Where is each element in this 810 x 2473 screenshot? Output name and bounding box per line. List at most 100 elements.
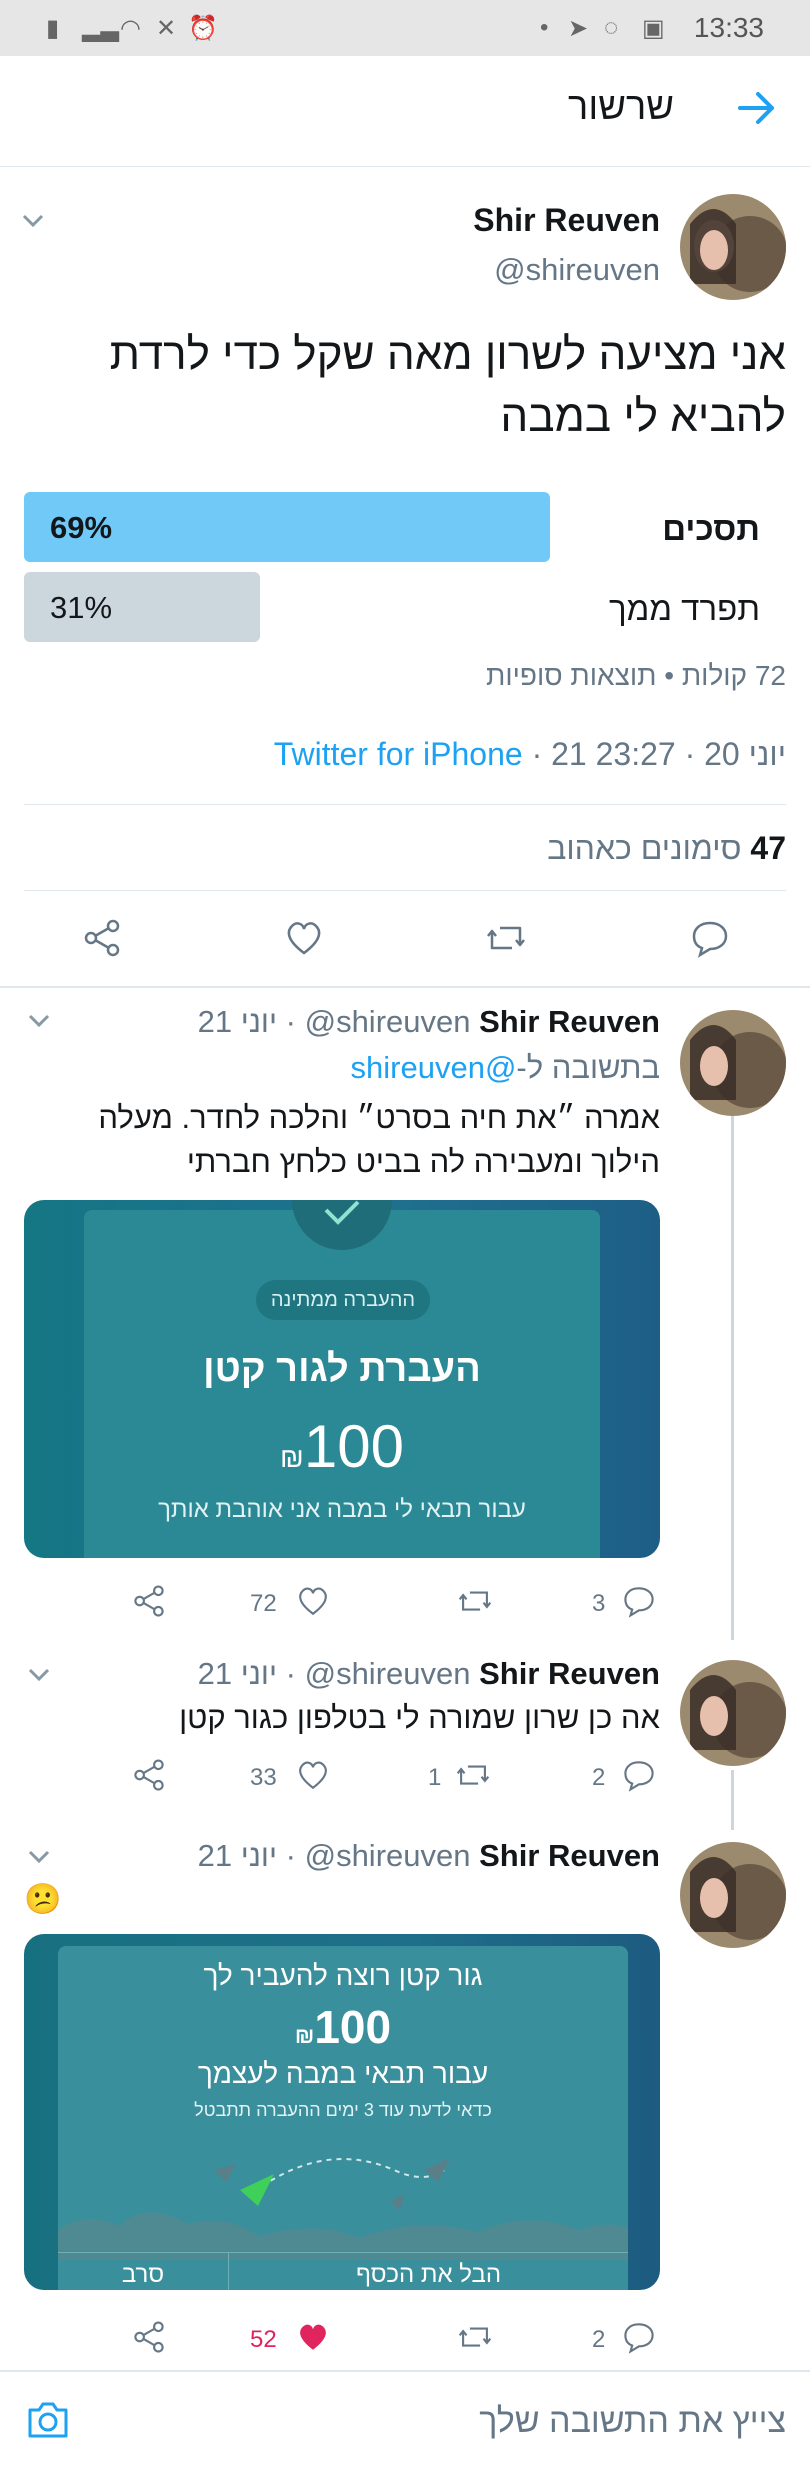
pending-badge: ההעברה ממתינה: [256, 1280, 430, 1320]
reply-handle[interactable]: @shireuven: [305, 1838, 471, 1873]
decline-button[interactable]: סרב: [58, 2253, 229, 2290]
reply-to-line: בתשובה ל-@shireuven: [351, 1050, 660, 1086]
comment-icon[interactable]: [690, 918, 730, 958]
like-count: 72: [250, 1590, 277, 1617]
chevron-down-icon[interactable]: [28, 1014, 50, 1028]
reply-image[interactable]: ההעברה ממתינה העברת לגור קטן ₪100 עבור ת…: [24, 1200, 660, 1558]
retweet-icon[interactable]: [458, 2320, 492, 2354]
dot-icon: •: [540, 14, 549, 41]
heart-filled-icon[interactable]: [296, 2320, 330, 2354]
section-divider: [0, 986, 810, 988]
poll-option-label: תפרד ממך: [609, 590, 760, 627]
heart-icon[interactable]: [296, 1758, 330, 1792]
telegram-icon: ➤: [568, 15, 589, 42]
signal-icon: ▂▃: [82, 15, 119, 42]
card-amount: 100: [314, 2001, 392, 2053]
author-handle[interactable]: @shireuven: [494, 252, 660, 288]
reply-composer: צייץ את התשובה שלך: [0, 2370, 810, 2473]
avatar[interactable]: [680, 1010, 786, 1116]
reply-handle[interactable]: @shireuven: [305, 1656, 471, 1691]
reply-tweet: 21 יוני · @shireuven Shir Reuven אה כן ש…: [0, 1644, 810, 1824]
divider: [24, 890, 786, 891]
heart-icon[interactable]: [284, 918, 324, 958]
tweet-text-line: אני מציעה לשרון מאה שקל כדי לרדת: [109, 330, 786, 379]
reply-to-prefix: בתשובה ל-: [516, 1050, 660, 1085]
status-time: 13:33: [693, 12, 764, 43]
reply-input[interactable]: צייץ את התשובה שלך: [479, 2402, 786, 2441]
comment-icon[interactable]: [622, 2320, 656, 2354]
reply-text: אה כן שרון שמורה לי בטלפון כגור קטן: [179, 1700, 660, 1735]
share-icon[interactable]: [132, 1758, 166, 1792]
avatar[interactable]: [680, 1842, 786, 1948]
share-icon[interactable]: [132, 2320, 166, 2354]
mute-icon: ✕: [156, 15, 177, 42]
chevron-down-icon[interactable]: [28, 1850, 50, 1864]
back-arrow-icon[interactable]: [736, 88, 776, 128]
reply-date: 21 יוני: [197, 1004, 278, 1039]
reply-tweet: 21 יוני · @shireuven Shir Reuven בתשובה …: [0, 990, 810, 1640]
currency-symbol: ₪: [294, 2023, 315, 2048]
likes-count: 47: [750, 830, 786, 866]
share-icon[interactable]: [132, 1584, 166, 1618]
reply-image[interactable]: גור קטן רוצה להעביר לך ₪100 עבור תבאי במ…: [24, 1934, 660, 2290]
poll-option-label: תסכים: [662, 510, 760, 547]
retweet-icon[interactable]: [456, 1758, 490, 1792]
camera-icon[interactable]: [26, 2400, 70, 2440]
reply-name[interactable]: Shir Reuven: [479, 1838, 660, 1873]
tweet-timestamp: Twitter for iPhone · 21 יוני 20 · 23:27: [274, 736, 786, 773]
author-name[interactable]: Shir Reuven: [473, 202, 660, 239]
separator: ·: [684, 736, 696, 772]
wifi-icon: ◠: [120, 15, 141, 42]
whatsapp-icon: ◌: [604, 14, 619, 41]
poll-summary: 72 קולות • תוצאות סופיות: [486, 660, 786, 691]
card-amount: 100: [303, 1413, 404, 1480]
heart-icon[interactable]: [296, 1584, 330, 1618]
tweet-source[interactable]: Twitter for iPhone: [274, 736, 523, 772]
divider: [24, 804, 786, 805]
reply-date: 21 יוני: [197, 1838, 278, 1873]
reply-to-handle[interactable]: @shireuven: [351, 1050, 517, 1085]
card-title: גור קטן רוצה להעביר לך: [203, 1960, 483, 1991]
tweet-text-line: להביא לי במבה: [500, 392, 786, 441]
reply-text: אמרה ״את חיה בסרט״ והלכה לחדר. מעלה הילו…: [20, 1096, 660, 1184]
reply-name[interactable]: Shir Reuven: [479, 1656, 660, 1691]
share-icon[interactable]: [82, 918, 122, 958]
likes-label: סימונים כאהוב: [547, 830, 742, 866]
chevron-down-icon[interactable]: [28, 1668, 50, 1682]
card-amount-row: ₪100: [58, 2000, 628, 2054]
avatar[interactable]: [680, 194, 786, 300]
card-note: כדאי לדעת עוד 3 ימים ההעברה תתבטל: [194, 2100, 492, 2120]
like-count: 52: [250, 2326, 277, 2353]
separator: ·: [531, 736, 543, 772]
app-header: שרשור: [0, 56, 810, 167]
retweet-icon[interactable]: [486, 918, 526, 958]
card-amount-row: ₪100: [84, 1412, 600, 1481]
poll-percent: 31%: [50, 590, 113, 625]
chevron-down-icon[interactable]: [22, 214, 44, 228]
main-tweet: Shir Reuven @shireuven אני מציעה לשרון מ…: [0, 166, 810, 986]
avatar[interactable]: [680, 1660, 786, 1766]
reply-header: 21 יוני · @shireuven Shir Reuven: [197, 1838, 660, 1873]
comment-count: 2: [592, 1764, 606, 1791]
likes-summary[interactable]: 47 סימונים כאהוב: [547, 830, 786, 867]
reply-handle[interactable]: @shireuven: [305, 1004, 471, 1039]
tweet-time: 23:27: [595, 736, 676, 772]
alarm-icon: ⏰: [188, 15, 218, 42]
like-count: 33: [250, 1764, 277, 1791]
currency-symbol: ₪: [280, 1442, 304, 1473]
reply-name[interactable]: Shir Reuven: [479, 1004, 660, 1039]
comment-count: 3: [592, 1590, 606, 1617]
retweet-count: 1: [428, 1764, 442, 1791]
gallery-icon: ▣: [642, 15, 665, 42]
comment-icon[interactable]: [622, 1584, 656, 1618]
card-note: עבור תבאי לי במבה אני אוהבת אותך: [158, 1496, 526, 1523]
status-bar: ▮ ▂▃ ◠ ✕ ⏰ • ➤ ◌ ▣ 13:33: [0, 0, 810, 56]
card-subtitle: עבור תבאי במבה לעצמך: [197, 2058, 489, 2089]
card-title: העברת לגור קטן: [203, 1348, 481, 1390]
retweet-icon[interactable]: [458, 1584, 492, 1618]
reply-text-line: הילוך ומעבירה לה בביט כלחץ חברתי: [186, 1144, 660, 1179]
comment-count: 2: [592, 2326, 606, 2353]
accept-button[interactable]: הבל את הכסף: [229, 2253, 628, 2290]
comment-icon[interactable]: [622, 1758, 656, 1792]
card-buttons: סרב הבל את הכסף: [58, 2252, 628, 2290]
